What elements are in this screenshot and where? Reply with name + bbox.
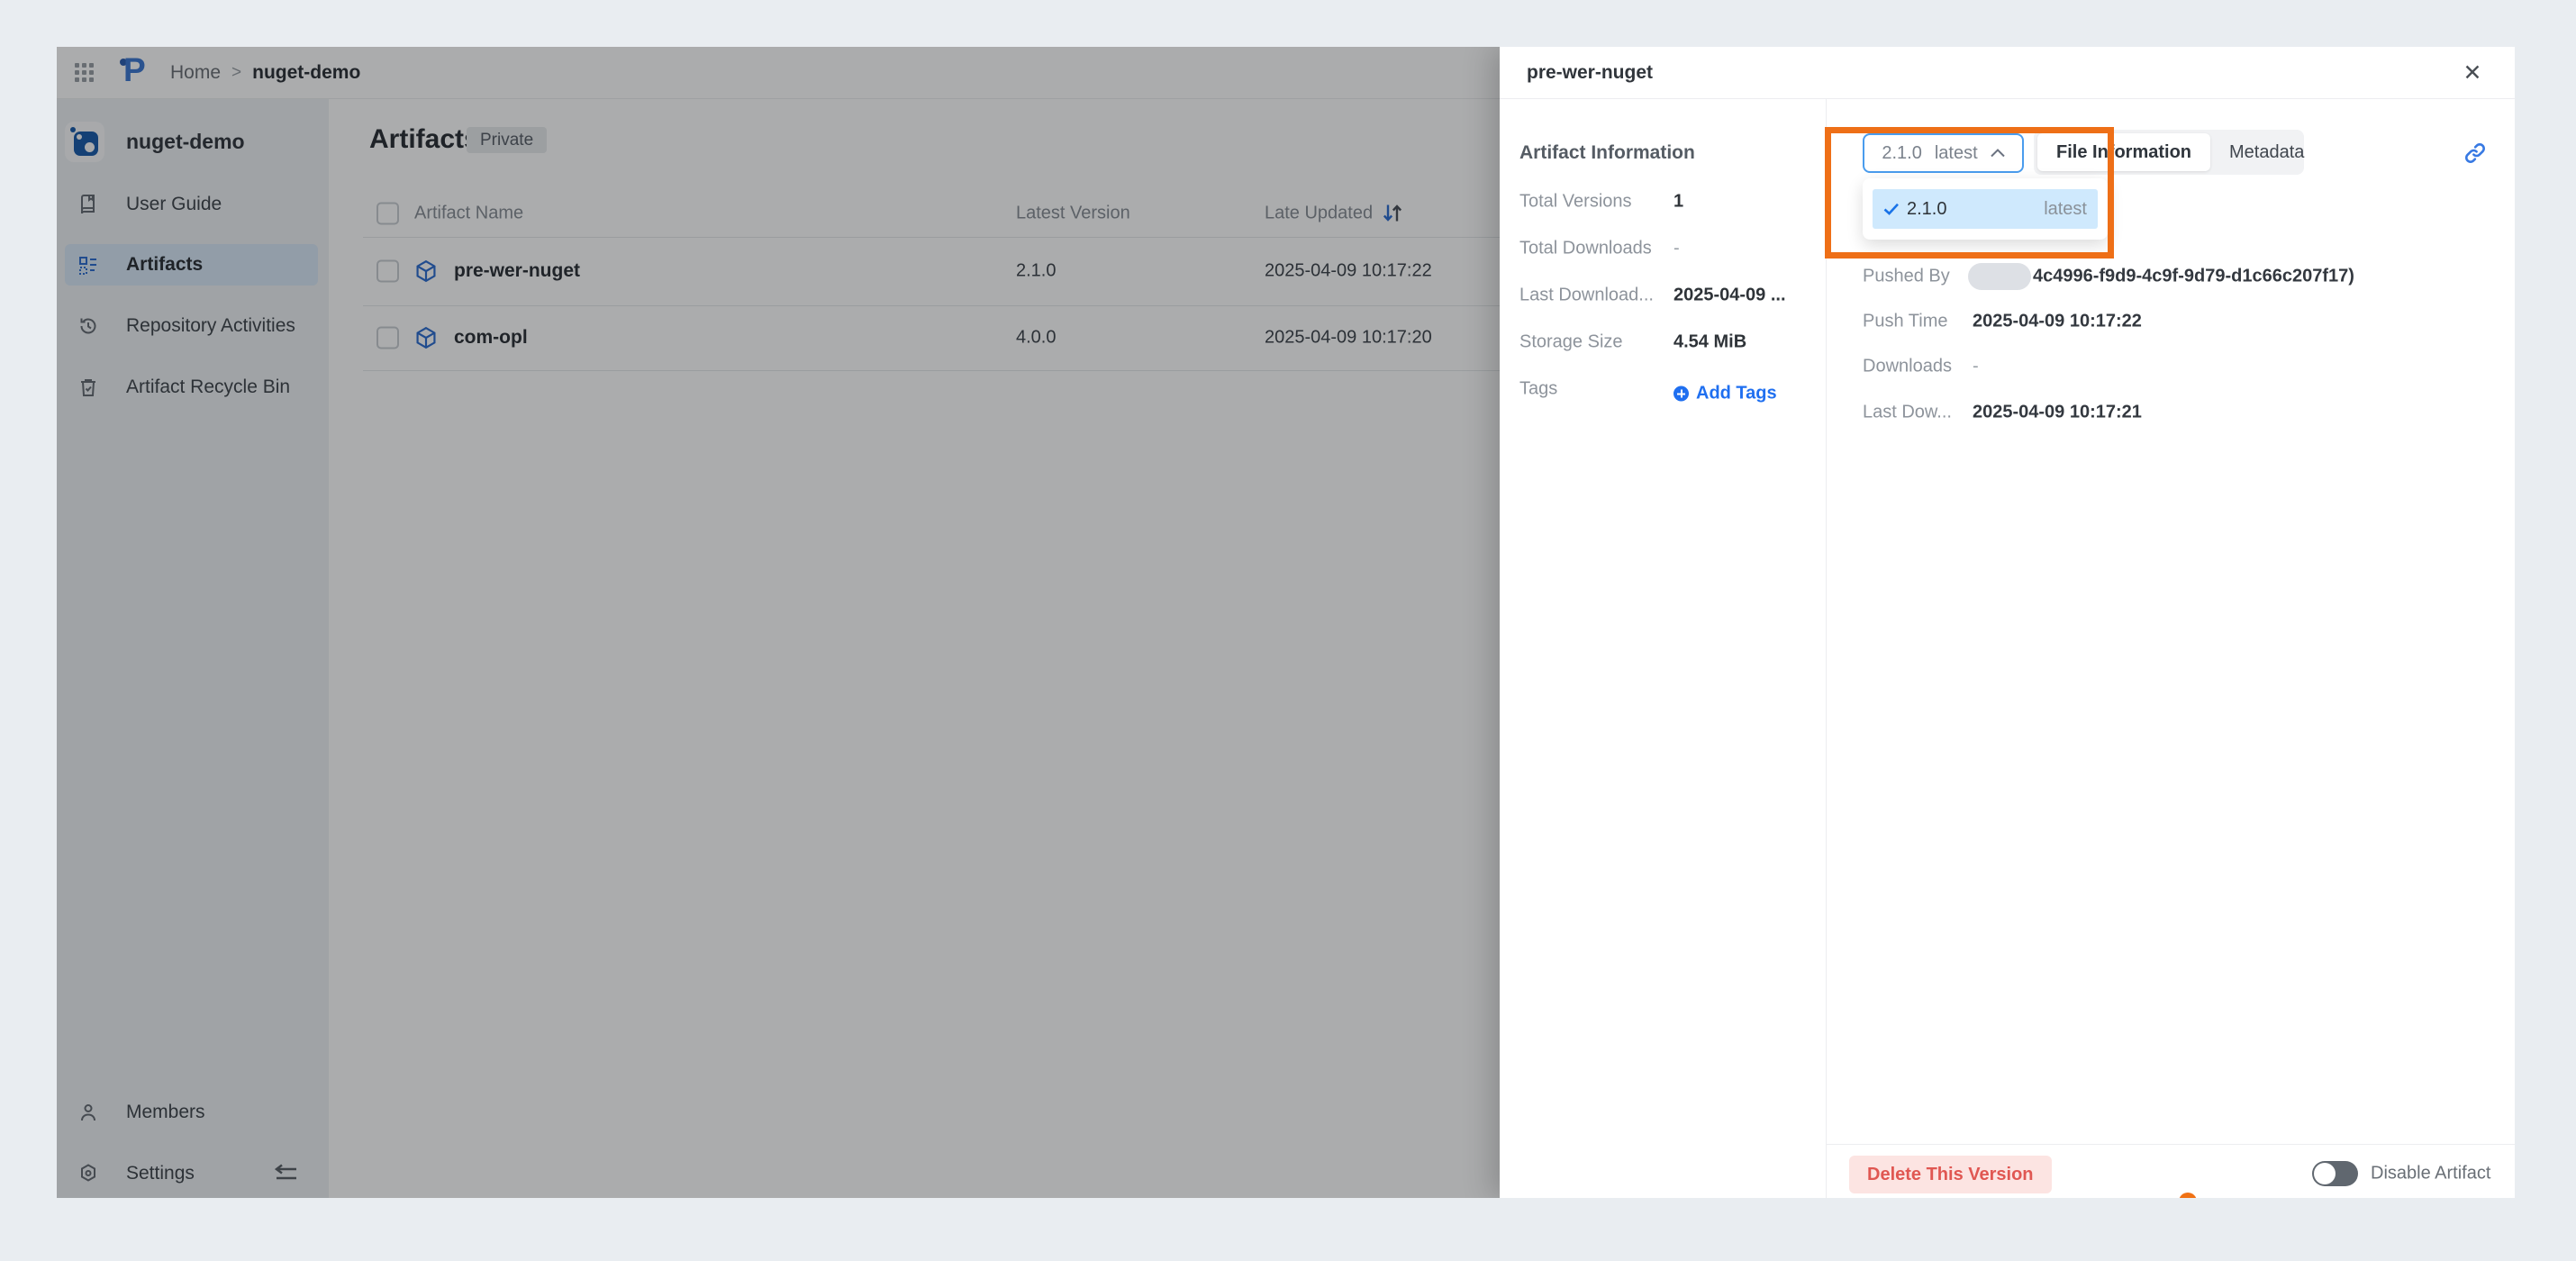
field-value: -	[1973, 356, 1979, 376]
add-tags-label: Add Tags	[1696, 383, 1777, 404]
info-value: -	[1673, 238, 1680, 259]
drawer-title: pre-wer-nuget	[1527, 61, 1654, 83]
field-value: 2025-04-09 10:17:22	[1973, 311, 2142, 331]
drawer-header: pre-wer-nuget ✕	[1500, 47, 2515, 99]
tab-metadata[interactable]: Metadata	[2210, 133, 2323, 171]
artifact-info-heading: Artifact Information	[1519, 142, 1695, 163]
chevron-up-icon	[1990, 149, 2005, 158]
info-label: Total Versions	[1519, 191, 1632, 212]
info-value: 1	[1673, 191, 1684, 212]
field-label: Push Time	[1863, 311, 1948, 331]
field-label: Downloads	[1863, 356, 1952, 376]
info-value: 4.54 MiB	[1673, 331, 1747, 352]
artifact-detail-drawer: pre-wer-nuget ✕ Artifact Information Tot…	[1500, 47, 2515, 1198]
version-option[interactable]: 2.1.0 latest	[1873, 189, 2098, 229]
version-select-tag: latest	[1934, 142, 1978, 163]
info-label: Last Download...	[1519, 285, 1654, 305]
app-window: P Home > nuget-demo nuget-demo User Guid…	[57, 47, 2515, 1198]
tags-label: Tags	[1519, 378, 1558, 399]
close-icon[interactable]: ✕	[2457, 59, 2488, 86]
add-tags-button[interactable]: Add Tags	[1673, 384, 1777, 404]
disable-artifact-label: Disable Artifact	[2371, 1163, 2491, 1184]
version-select-value: 2.1.0	[1882, 142, 1922, 163]
tab-file-information[interactable]: File Information	[2037, 133, 2210, 171]
field-value: 4c4996-f9d9-4c9f-9d79-d1c66c207f17)	[2033, 266, 2354, 286]
plus-circle-icon	[1673, 386, 1689, 402]
check-icon	[1883, 203, 1900, 215]
info-label: Total Downloads	[1519, 238, 1652, 259]
version-option-tag: latest	[2044, 198, 2087, 219]
version-option-value: 2.1.0	[1907, 198, 1947, 219]
artifact-info-panel	[1500, 99, 1827, 1198]
info-value: 2025-04-09 ...	[1673, 285, 1786, 305]
field-label: Pushed By	[1863, 266, 1950, 286]
redacted-pill	[1968, 263, 2031, 290]
field-label: Last Dow...	[1863, 402, 1952, 422]
detail-tabs: File Information Metadata	[2034, 130, 2304, 175]
delete-version-button[interactable]: Delete This Version	[1849, 1156, 2052, 1193]
field-value: 2025-04-09 10:17:21	[1973, 402, 2142, 422]
version-dropdown-menu: 2.1.0 latest	[1863, 178, 2108, 240]
version-select[interactable]: 2.1.0 latest	[1863, 133, 2024, 173]
copy-link-icon[interactable]	[2463, 141, 2487, 165]
disable-artifact-toggle[interactable]	[2312, 1161, 2358, 1186]
info-label: Storage Size	[1519, 331, 1623, 352]
